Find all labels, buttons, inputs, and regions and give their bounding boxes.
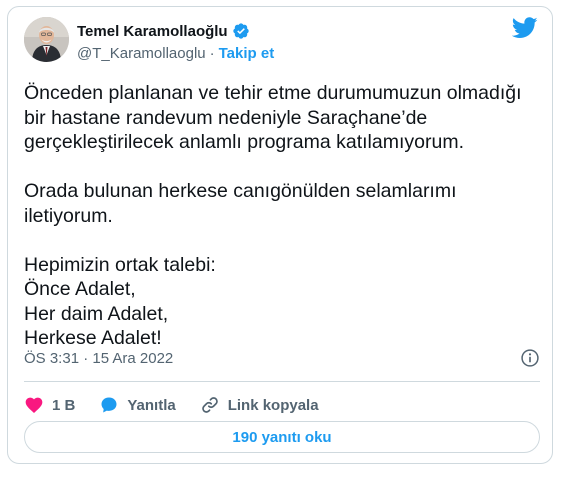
divider — [24, 381, 540, 382]
read-replies-label: 190 yanıtı oku — [232, 428, 332, 446]
twitter-bird-icon[interactable] — [512, 17, 538, 39]
reply-label: Yanıtla — [127, 396, 176, 414]
author-name-row[interactable]: Temel Karamollaoğlu — [77, 21, 250, 41]
author-display-name[interactable]: Temel Karamollaoğlu — [77, 23, 228, 40]
tweet-actions: 1 B Yanıtla Link kopyala — [24, 387, 343, 423]
copy-link-button[interactable]: Link kopyala — [200, 395, 319, 415]
like-count: 1 B — [52, 396, 76, 414]
author-handle-row: @T_Karamollaoglu · Takip et — [77, 43, 274, 63]
link-icon — [201, 397, 218, 413]
tweet-card: Temel Karamollaoğlu @T_Karamollaoglu · T… — [7, 6, 553, 464]
reply-bubble-icon — [101, 397, 117, 413]
tweet-meta-row: ÖS 3:31 · 15 Ara 2022 — [24, 348, 540, 368]
tweet-text: Önceden planlanan ve tehir etme durumumu… — [24, 82, 522, 349]
author-handle[interactable]: @T_Karamollaoglu — [77, 45, 206, 62]
heart-icon — [25, 397, 43, 413]
avatar[interactable] — [24, 17, 69, 62]
verified-badge-icon — [232, 23, 249, 39]
separator-dot: · — [209, 44, 215, 62]
read-replies-button[interactable]: 190 yanıtı oku — [24, 421, 540, 453]
copy-link-label: Link kopyala — [227, 396, 319, 414]
reply-button[interactable]: Yanıtla — [99, 395, 176, 415]
follow-button[interactable]: Takip et — [219, 45, 275, 62]
info-icon[interactable] — [520, 348, 540, 368]
like-button[interactable]: 1 B — [24, 395, 75, 415]
tweet-timestamp[interactable]: ÖS 3:31 · 15 Ara 2022 — [24, 350, 173, 367]
